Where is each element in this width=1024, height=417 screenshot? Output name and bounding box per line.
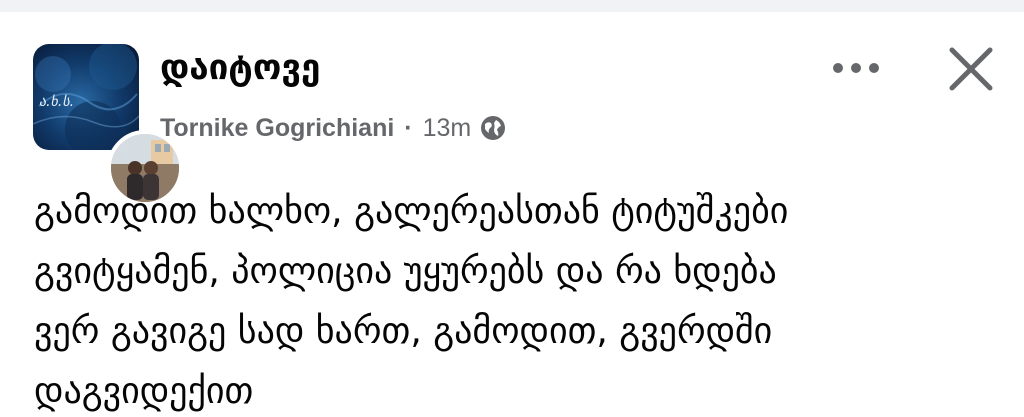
post-avatars[interactable]: ა.ხ.ს. bbox=[33, 44, 183, 206]
close-post-button[interactable] bbox=[940, 38, 1002, 100]
author-name-link[interactable]: Tornike Gogrichiani bbox=[160, 114, 394, 143]
post-body-line: გამოდით ხალხო, გალერეასთან ტიტუშკები bbox=[34, 191, 789, 232]
more-options-button[interactable] bbox=[820, 46, 892, 90]
group-avatar-artwork: ა.ხ.ს. bbox=[33, 44, 139, 150]
feed-divider bbox=[0, 0, 1024, 12]
group-avatar-logo-text: ა.ხ.ს. bbox=[39, 94, 74, 110]
post-body-line: ვერ გავიგე სად ხართ, გამოდით, გვერდში bbox=[34, 311, 773, 352]
group-name-link[interactable]: დაიტოვე bbox=[160, 48, 320, 88]
post-card: ა.ხ.ს. დაიტოვე Tornike Gogrichiani · 13m bbox=[0, 0, 1024, 417]
post-meta: Tornike Gogrichiani · 13m bbox=[160, 110, 507, 146]
globe-icon[interactable] bbox=[479, 114, 507, 142]
group-avatar[interactable]: ა.ხ.ს. bbox=[33, 44, 139, 150]
meta-separator: · bbox=[404, 113, 413, 142]
more-horizontal-icon bbox=[833, 63, 879, 73]
post-timestamp[interactable]: 13m bbox=[423, 114, 472, 143]
post-body-text: გამოდით ხალხო, გალერეასთან ტიტუშკები გვი… bbox=[34, 182, 1009, 417]
close-icon bbox=[949, 47, 993, 91]
post-body-line: დაგვიდექით bbox=[34, 371, 254, 412]
post-body-line: გვიტყამენ, პოლიცია უყურებს და რა ხდება bbox=[34, 251, 777, 292]
